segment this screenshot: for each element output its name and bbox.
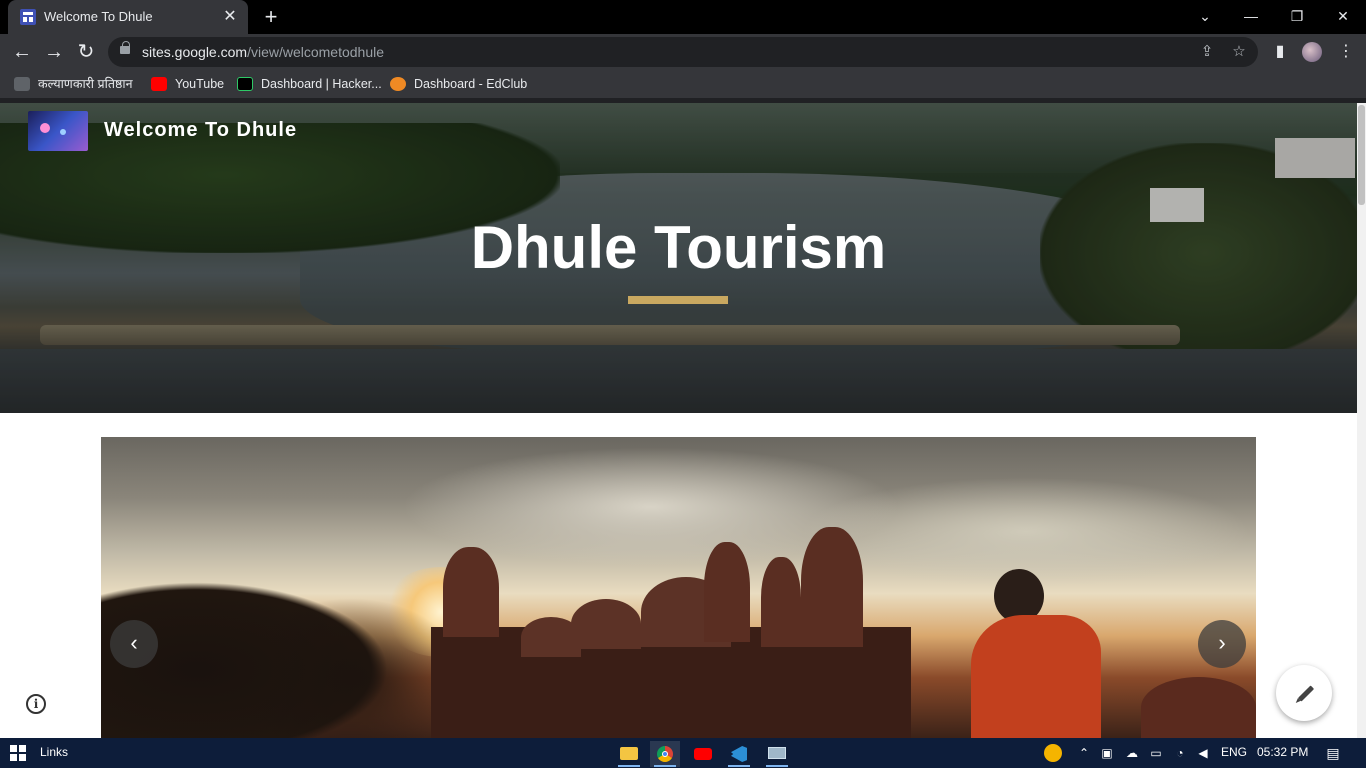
carousel-monk-robe — [971, 615, 1101, 738]
bookmark-label: Dashboard - EdClub — [414, 77, 528, 91]
google-sites-icon — [20, 9, 36, 25]
weather-icon[interactable] — [1044, 744, 1062, 762]
close-window-button[interactable]: ✕ — [1320, 0, 1366, 32]
temple-spire — [704, 542, 750, 642]
battery-icon[interactable]: ▭ — [1148, 745, 1164, 761]
side-panel-icon[interactable]: ▮ — [1266, 38, 1294, 66]
youtube-icon[interactable] — [688, 741, 718, 767]
onedrive-icon[interactable]: ☁ — [1124, 745, 1140, 761]
url-text[interactable]: sites.google.com/view/welcometodhule — [142, 44, 384, 60]
bookmark-label: Dashboard | Hacker... — [261, 77, 382, 91]
minimize-button[interactable]: — — [1228, 0, 1274, 32]
title-underline — [628, 296, 728, 304]
edclub-icon — [390, 76, 406, 91]
url-path: /view/welcometodhule — [247, 44, 385, 60]
temple-spire — [801, 527, 863, 647]
tab-strip: Welcome To Dhule ✕ + ⌄ — ❐ ✕ — [0, 0, 1366, 34]
temple-spire — [761, 557, 801, 647]
scrollbar-thumb[interactable] — [1358, 105, 1365, 205]
meet-now-icon[interactable]: ▣ — [1099, 745, 1115, 761]
hero-banner: Welcome To Dhule Dhule Tourism — [0, 103, 1357, 413]
tab-search-icon[interactable]: ⌄ — [1182, 0, 1228, 32]
url-host: sites.google.com — [142, 44, 248, 60]
pencil-icon — [1297, 685, 1315, 702]
carousel-next-button[interactable]: › — [1198, 620, 1246, 668]
page-scrollbar[interactable] — [1357, 103, 1366, 738]
document-icon — [14, 76, 30, 91]
site-title[interactable]: Welcome To Dhule — [104, 119, 297, 142]
info-icon[interactable]: i — [26, 694, 46, 714]
wifi-icon[interactable]: ◔ — [1172, 745, 1188, 761]
maximize-button[interactable]: ❐ — [1274, 0, 1320, 32]
carousel-temple-right — [1141, 677, 1256, 738]
back-icon[interactable]: ← — [8, 38, 36, 66]
image-carousel[interactable] — [101, 437, 1256, 738]
language-indicator[interactable]: ENG — [1221, 745, 1247, 759]
taskbar-links-toolbar[interactable]: Links — [40, 745, 68, 759]
temple-dome — [571, 599, 641, 649]
file-explorer-icon[interactable] — [614, 741, 644, 767]
bookmarks-bar: कल्याणकारी प्रतिष्ठान YouTube Dashboard … — [0, 70, 1366, 98]
page-title: Dhule Tourism — [470, 214, 887, 281]
forward-icon[interactable]: → — [40, 38, 68, 66]
bookmark-star-icon[interactable]: ☆ — [1228, 41, 1250, 63]
edit-button[interactable] — [1276, 665, 1332, 721]
profile-avatar[interactable] — [1302, 42, 1322, 62]
remote-desktop-icon[interactable] — [762, 741, 792, 767]
notifications-icon[interactable]: ▤ — [1325, 745, 1341, 761]
share-icon[interactable]: ⇪ — [1196, 41, 1218, 63]
tab-close-icon[interactable]: ✕ — [220, 7, 240, 27]
windows-start-icon[interactable] — [10, 745, 26, 761]
address-bar[interactable]: sites.google.com/view/welcometodhule ⇪ ☆ — [108, 37, 1258, 67]
lock-icon[interactable] — [120, 41, 130, 54]
bookmark-label: कल्याणकारी प्रतिष्ठान — [38, 77, 133, 91]
youtube-icon — [151, 76, 167, 91]
chevron-up-icon[interactable]: ⌃ — [1076, 745, 1092, 761]
menu-kebab-icon[interactable]: ⋮ — [1332, 38, 1360, 66]
hackerrank-icon — [237, 76, 253, 91]
carousel-prev-button[interactable]: ‹ — [110, 620, 158, 668]
temple-spire — [443, 547, 499, 637]
new-tab-button[interactable]: + — [258, 4, 284, 30]
reload-icon[interactable]: ↻ — [72, 38, 100, 66]
windows-taskbar: Links ⌃ ▣ ☁ ▭ ◔ ◀ ENG 05:32 PM ▤ — [0, 738, 1366, 768]
clock[interactable]: 05:32 PM — [1257, 745, 1308, 759]
bookmark-item-edclub[interactable]: Dashboard - EdClub — [390, 75, 527, 93]
vscode-icon[interactable] — [724, 741, 754, 767]
chrome-icon[interactable] — [650, 741, 680, 767]
bookmark-item-hackerrank[interactable]: Dashboard | Hacker... — [237, 75, 382, 93]
browser-chrome: Welcome To Dhule ✕ + ⌄ — ❐ ✕ ← → ↻ sites… — [0, 0, 1366, 103]
page-content: Welcome To Dhule Dhule Tourism ‹ › i — [0, 103, 1357, 738]
bookmark-item-youtube[interactable]: YouTube — [151, 75, 224, 93]
bookmark-label: YouTube — [175, 77, 225, 91]
site-logo[interactable] — [28, 111, 88, 151]
bookmark-item-kalyankari[interactable]: कल्याणकारी प्रतिष्ठान — [14, 75, 133, 93]
tab-title: Welcome To Dhule — [44, 9, 153, 24]
volume-icon[interactable]: ◀ — [1195, 745, 1211, 761]
browser-toolbar: ← → ↻ sites.google.com/view/welcometodhu… — [0, 34, 1366, 70]
tab-active[interactable]: Welcome To Dhule ✕ — [8, 0, 248, 34]
